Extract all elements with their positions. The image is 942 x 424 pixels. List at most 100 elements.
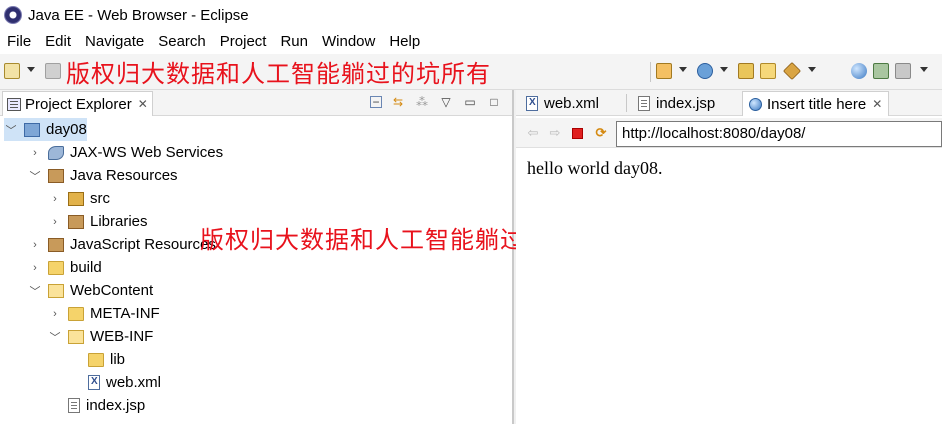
web-service-icon[interactable] — [697, 63, 713, 79]
xml-file-icon — [526, 96, 538, 111]
jsp-file-icon — [638, 96, 650, 111]
project-explorer-icon — [7, 97, 21, 111]
menu-navigate[interactable]: Navigate — [78, 30, 151, 54]
tree-item-jax-ws[interactable]: › JAX-WS Web Services — [28, 141, 223, 164]
debug-icon[interactable] — [873, 63, 889, 79]
chevron-down-icon[interactable]: ﹀ — [28, 168, 42, 184]
tree-item-build[interactable]: › build — [28, 256, 102, 279]
eclipse-icon — [4, 6, 22, 24]
globe-icon — [749, 97, 762, 111]
tools-dropdown-icon[interactable] — [808, 67, 816, 72]
new-dropdown-icon[interactable] — [27, 67, 35, 72]
refresh-icon[interactable]: ⟳ — [594, 126, 608, 140]
title-bar: Java EE - Web Browser - Eclipse — [0, 0, 942, 30]
menu-file[interactable]: File — [0, 30, 38, 54]
project-explorer-panel: Project Explorer ✕ − ⇆ ⁂ ▽ ▭ □ ﹀ day08 › — [0, 90, 624, 424]
chevron-right-icon[interactable]: › — [48, 216, 62, 228]
open-type-icon[interactable] — [738, 63, 754, 79]
globe-icon[interactable] — [851, 63, 867, 79]
tree-item-label: Libraries — [90, 213, 148, 230]
tree-item-label: web.xml — [106, 374, 162, 391]
tree-item-day08[interactable]: ﹀ day08 — [4, 118, 87, 141]
chevron-down-icon[interactable]: ﹀ — [4, 122, 18, 138]
tree-item-label: day08 — [46, 121, 87, 138]
forward-icon[interactable]: ⇨ — [548, 126, 562, 140]
tree-item-index-jsp[interactable]: index.jsp — [68, 394, 145, 417]
folder-open-icon — [68, 329, 84, 344]
tree-item-java-resources[interactable]: ﹀ Java Resources — [28, 164, 178, 187]
menu-project[interactable]: Project — [213, 30, 274, 54]
tree-item-meta-inf[interactable]: › META-INF — [48, 302, 160, 325]
main-toolbar: 版权归大数据和人工智能躺过的坑所有 — [0, 54, 942, 90]
new-server-icon[interactable] — [656, 63, 672, 79]
tree-item-javascript-resources[interactable]: › JavaScript Resources — [28, 233, 216, 256]
browser-nav-bar: ⇦ ⇨ ⟳ http://localhost:8080/day08/ — [516, 118, 942, 148]
tab-web-xml[interactable]: web.xml — [520, 91, 605, 116]
collapse-all-icon[interactable]: − — [370, 96, 382, 108]
menu-search[interactable]: Search — [151, 30, 213, 54]
back-icon[interactable]: ⇦ — [526, 126, 540, 140]
chevron-right-icon[interactable]: › — [48, 193, 62, 205]
open-folder-icon[interactable] — [760, 63, 776, 79]
menu-help[interactable]: Help — [382, 30, 427, 54]
navigate-icon[interactable] — [895, 63, 911, 79]
tree-item-label: Java Resources — [70, 167, 178, 184]
watermark-top: 版权归大数据和人工智能躺过的坑所有 — [66, 60, 491, 88]
tab-project-explorer[interactable]: Project Explorer ✕ — [2, 91, 153, 116]
libraries-icon — [68, 214, 84, 229]
filters-icon[interactable]: ⁂ — [414, 94, 430, 110]
menu-run[interactable]: Run — [273, 30, 315, 54]
web-services-icon — [48, 145, 64, 160]
tree-item-webcontent[interactable]: ﹀ WebContent — [28, 279, 154, 302]
stop-icon[interactable] — [572, 128, 583, 139]
editor-tabs: web.xml index.jsp Insert title here ✕ — [516, 90, 942, 116]
minimize-icon[interactable]: ▭ — [462, 94, 478, 110]
tree-item-web-inf[interactable]: ﹀ WEB-INF — [48, 325, 154, 348]
page-content: hello world day08. — [527, 158, 663, 178]
tree-item-label: JAX-WS Web Services — [70, 144, 224, 161]
save-icon[interactable] — [45, 63, 61, 79]
tools-icon[interactable] — [782, 61, 802, 81]
toolbar-separator — [650, 62, 651, 82]
tab-label: Insert title here — [767, 95, 867, 113]
tree-item-label: index.jsp — [86, 397, 146, 414]
tab-separator — [626, 94, 627, 112]
tab-index-jsp[interactable]: index.jsp — [632, 91, 721, 116]
menu-edit[interactable]: Edit — [38, 30, 78, 54]
menu-window[interactable]: Window — [315, 30, 382, 54]
chevron-down-icon[interactable]: ﹀ — [48, 329, 62, 345]
window-title: Java EE - Web Browser - Eclipse — [28, 6, 249, 24]
url-field[interactable]: http://localhost:8080/day08/ — [616, 121, 942, 147]
close-icon[interactable]: ✕ — [138, 97, 148, 111]
tab-label: web.xml — [544, 95, 600, 112]
link-with-editor-icon[interactable]: ⇆ — [390, 94, 406, 110]
web-service-dropdown-icon[interactable] — [720, 67, 728, 72]
tab-insert-title-here[interactable]: Insert title here ✕ — [742, 91, 890, 116]
maximize-icon[interactable]: □ — [486, 94, 502, 110]
chevron-right-icon[interactable]: › — [48, 308, 62, 320]
chevron-right-icon[interactable]: › — [28, 147, 42, 159]
tree-item-label: WEB-INF — [90, 328, 154, 345]
tree-item-src[interactable]: › src — [48, 187, 110, 210]
view-toolbar: − ⇆ ⁂ ▽ ▭ □ — [370, 94, 502, 110]
java-resources-icon — [48, 168, 64, 183]
chevron-right-icon[interactable]: › — [28, 239, 42, 251]
chevron-right-icon[interactable]: › — [28, 262, 42, 274]
server-dropdown-icon[interactable] — [679, 67, 687, 72]
jsp-file-icon — [68, 398, 80, 413]
project-explorer-title: Project Explorer — [25, 95, 132, 113]
menu-bar: File Edit Navigate Search Project Run Wi… — [0, 30, 942, 54]
project-icon — [24, 122, 40, 137]
new-icon[interactable] — [4, 63, 20, 79]
tree-item-libraries[interactable]: › Libraries — [48, 210, 148, 233]
navigate-dropdown-icon[interactable] — [920, 67, 928, 72]
project-explorer-header: Project Explorer ✕ − ⇆ ⁂ ▽ ▭ □ — [0, 90, 512, 116]
close-icon[interactable]: ✕ — [872, 97, 882, 111]
view-menu-icon[interactable]: ▽ — [438, 94, 454, 110]
javascript-resources-icon — [48, 237, 64, 252]
chevron-down-icon[interactable]: ﹀ — [28, 283, 42, 299]
tree-item-lib[interactable]: lib — [88, 348, 125, 371]
tree-item-label: build — [70, 259, 102, 276]
folder-icon — [48, 260, 64, 275]
tree-item-web-xml[interactable]: web.xml — [88, 371, 161, 394]
